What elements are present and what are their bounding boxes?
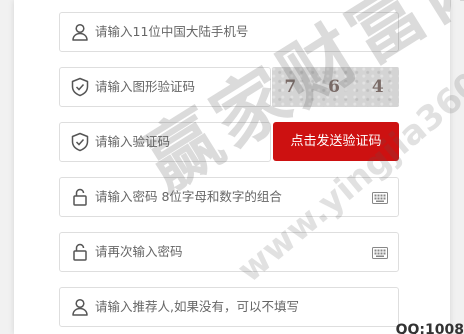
lock-icon — [70, 242, 90, 262]
captcha-field[interactable]: 请输入图形验证码 — [59, 67, 271, 107]
qq-label: QQ:1008 — [395, 322, 464, 334]
user-icon — [70, 297, 90, 317]
sms-code-field[interactable]: 请输入验证码 — [59, 122, 271, 162]
user-icon — [70, 22, 90, 42]
referrer-field[interactable]: 请输入推荐人,如果没有，可以不填写 — [59, 287, 399, 327]
captcha-image[interactable]: 7 6 4 3 — [272, 67, 399, 107]
captcha-placeholder: 请输入图形验证码 — [95, 79, 196, 94]
password-confirm-field[interactable]: 请再次输入密码 — [59, 232, 399, 272]
send-code-button[interactable]: 点击发送验证码 — [273, 122, 399, 161]
phone-placeholder: 请输入11位中国大陆手机号 — [95, 24, 249, 39]
password-field[interactable]: 请输入密码 8位字母和数字的组合 — [59, 177, 399, 217]
sms-code-placeholder: 请输入验证码 — [95, 134, 171, 149]
password-confirm-placeholder: 请再次输入密码 — [95, 244, 183, 259]
referrer-placeholder: 请输入推荐人,如果没有，可以不填写 — [95, 299, 299, 314]
captcha-code: 7 6 4 3 — [284, 77, 397, 97]
phone-field[interactable]: 请输入11位中国大陆手机号 — [59, 12, 399, 52]
shield-check-icon — [70, 77, 90, 97]
keyboard-icon[interactable] — [372, 192, 388, 204]
keyboard-icon[interactable] — [372, 247, 388, 259]
shield-check-icon — [70, 132, 90, 152]
password-placeholder: 请输入密码 8位字母和数字的组合 — [95, 189, 282, 204]
lock-icon — [70, 187, 90, 207]
